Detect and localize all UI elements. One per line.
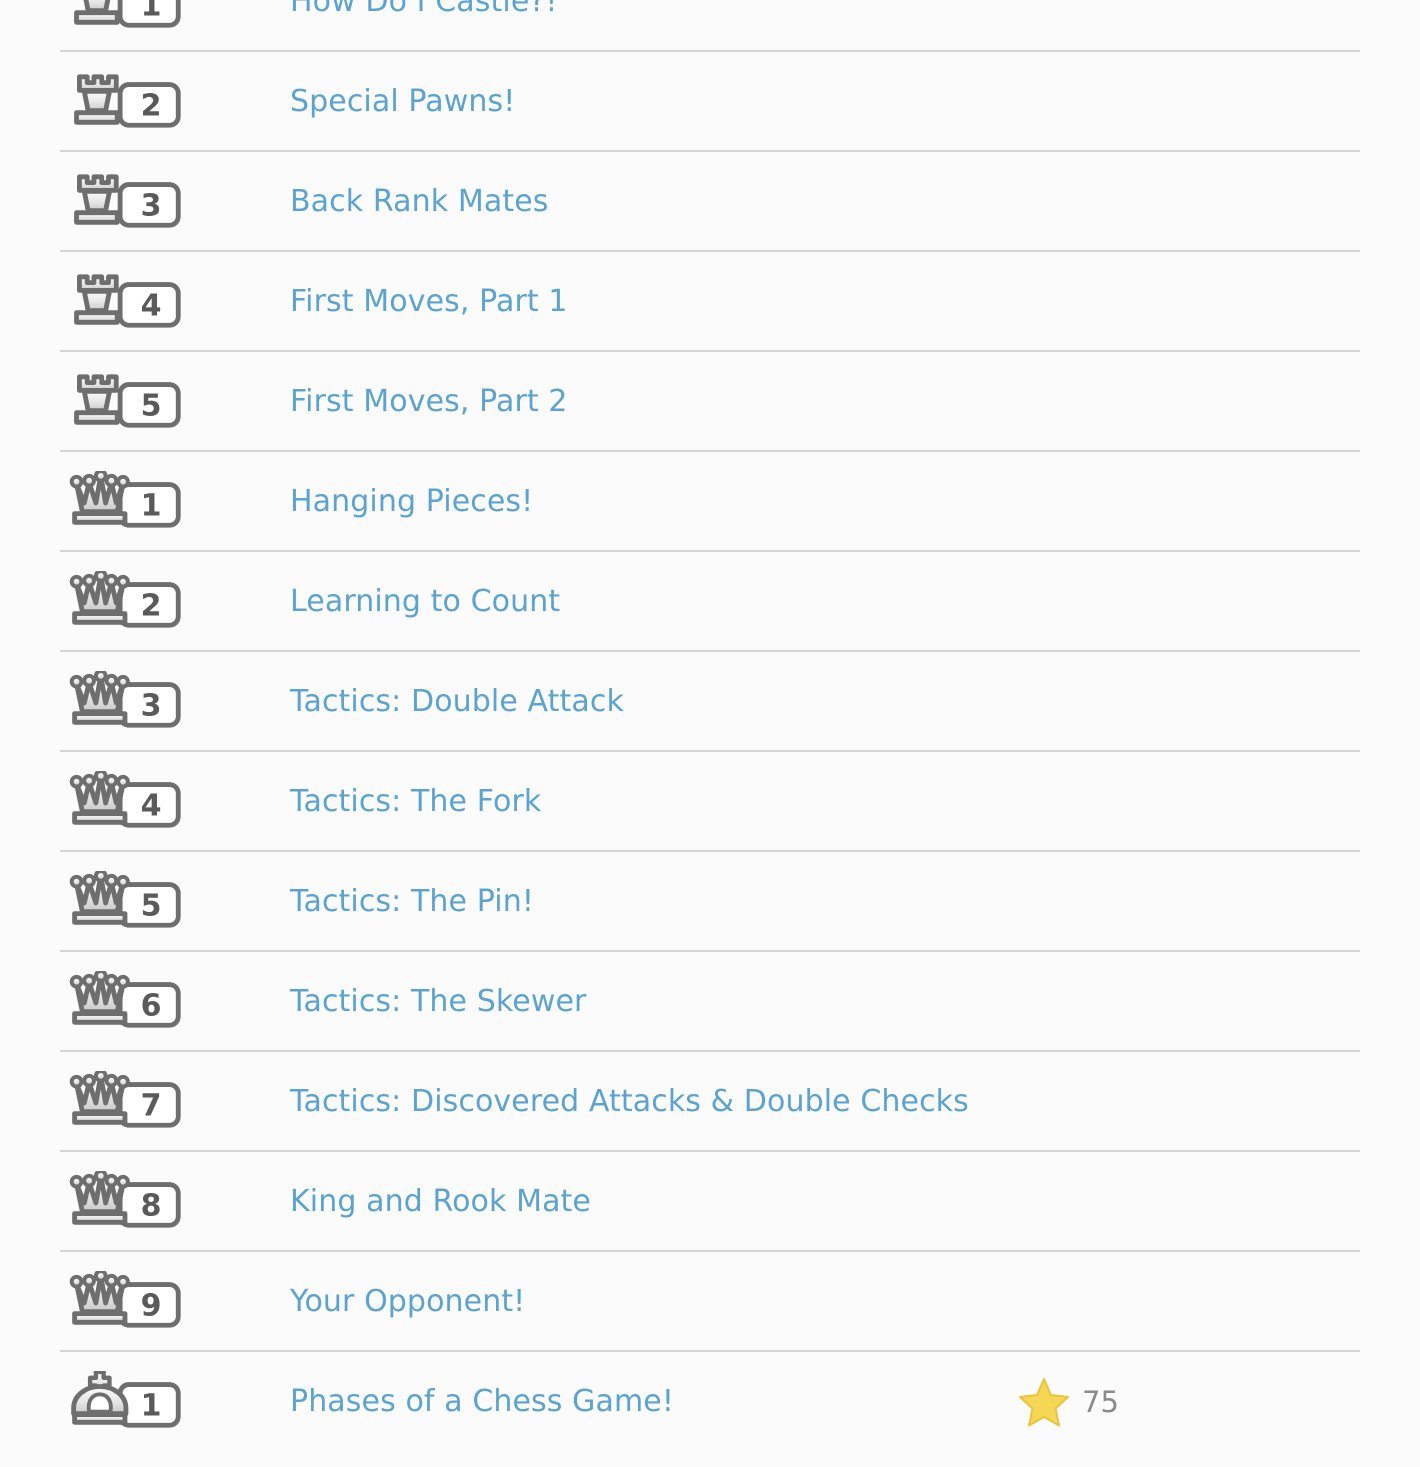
lesson-row[interactable]: 5 First Moves, Part 2: [0, 352, 1420, 452]
lesson-icon-cell: 5: [0, 371, 290, 433]
lesson-icon-cell: 9: [0, 1271, 290, 1333]
lesson-icon-cell: 2: [0, 71, 290, 133]
lesson-icon-cell: 6: [0, 971, 290, 1033]
lesson-title-link[interactable]: Special Pawns!: [290, 87, 515, 117]
queen-piece-icon: 3: [65, 671, 183, 733]
queen-piece-icon: 4: [65, 771, 183, 833]
lesson-icon-cell: 3: [0, 671, 290, 733]
rook-piece-icon: 4: [65, 271, 183, 333]
queen-piece-icon: 5: [65, 871, 183, 933]
lesson-title-link[interactable]: Tactics: The Pin!: [290, 887, 534, 917]
lesson-icon-cell: 7: [0, 1071, 290, 1133]
lesson-title-link[interactable]: How Do I Castle?!: [290, 0, 558, 17]
lesson-icon-cell: 4: [0, 771, 290, 833]
lesson-title-link[interactable]: First Moves, Part 2: [290, 387, 568, 417]
svg-text:4: 4: [141, 289, 162, 324]
lesson-icon-cell: 2: [0, 571, 290, 633]
lesson-title-link[interactable]: Tactics: Double Attack: [290, 687, 624, 717]
lesson-row[interactable]: 1 Hanging Pieces!: [0, 452, 1420, 552]
lesson-title-link[interactable]: Your Opponent!: [290, 1287, 525, 1317]
lesson-row[interactable]: 2 Special Pawns!: [0, 52, 1420, 152]
lesson-title-link[interactable]: First Moves, Part 1: [290, 287, 568, 317]
lesson-row[interactable]: 8 King and Rook Mate: [0, 1152, 1420, 1252]
queen-piece-icon: 1: [65, 471, 183, 533]
lesson-row[interactable]: 1 How Do I Castle?!: [0, 0, 1420, 52]
svg-text:5: 5: [141, 389, 162, 424]
lesson-title-link[interactable]: Tactics: The Skewer: [290, 987, 586, 1017]
lesson-icon-cell: 1: [0, 1371, 290, 1433]
lesson-row[interactable]: 9 Your Opponent!: [0, 1252, 1420, 1352]
points-value: 75: [1082, 1384, 1119, 1419]
svg-text:7: 7: [141, 1089, 162, 1124]
svg-text:3: 3: [141, 189, 162, 224]
lesson-title-link[interactable]: Tactics: Discovered Attacks & Double Che…: [290, 1087, 969, 1117]
lesson-title-link[interactable]: Hanging Pieces!: [290, 487, 533, 517]
queen-piece-icon: 6: [65, 971, 183, 1033]
svg-text:9: 9: [141, 1289, 162, 1324]
lesson-icon-cell: 5: [0, 871, 290, 933]
lesson-row[interactable]: 4 First Moves, Part 1: [0, 252, 1420, 352]
lesson-title-link[interactable]: King and Rook Mate: [290, 1187, 591, 1217]
svg-text:1: 1: [141, 1389, 162, 1424]
queen-piece-icon: 2: [65, 571, 183, 633]
svg-text:6: 6: [141, 989, 162, 1024]
lesson-title-link[interactable]: Learning to Count: [290, 587, 560, 617]
lesson-list: 1 How Do I Castle?! 2 Special Pawns! 3 Back R…: [0, 0, 1420, 1452]
lesson-row[interactable]: 7 Tactics: Discovered Attacks & Double Ch…: [0, 1052, 1420, 1152]
lesson-icon-cell: 3: [0, 171, 290, 233]
svg-text:1: 1: [141, 0, 162, 24]
rook-piece-icon: 2: [65, 71, 183, 133]
svg-text:3: 3: [141, 689, 162, 724]
queen-piece-icon: 8: [65, 1171, 183, 1233]
lesson-row[interactable]: 1 Phases of a Chess Game! 75: [0, 1352, 1420, 1452]
lesson-row[interactable]: 3 Back Rank Mates: [0, 152, 1420, 252]
king-piece-icon: 1: [65, 1371, 183, 1433]
lesson-title-link[interactable]: Phases of a Chess Game!: [290, 1387, 674, 1417]
lesson-row[interactable]: 3 Tactics: Double Attack: [0, 652, 1420, 752]
lesson-row[interactable]: 5 Tactics: The Pin!: [0, 852, 1420, 952]
rook-piece-icon: 5: [65, 371, 183, 433]
svg-text:4: 4: [141, 789, 162, 824]
lesson-points: 75: [1000, 1377, 1420, 1427]
svg-text:2: 2: [141, 89, 162, 124]
rook-piece-icon: 1: [65, 0, 183, 33]
lesson-row[interactable]: 4 Tactics: The Fork: [0, 752, 1420, 852]
svg-text:2: 2: [141, 589, 162, 624]
star-icon: [1018, 1377, 1070, 1427]
lesson-icon-cell: 1: [0, 471, 290, 533]
queen-piece-icon: 7: [65, 1071, 183, 1133]
queen-piece-icon: 9: [65, 1271, 183, 1333]
lesson-icon-cell: 1: [0, 0, 290, 33]
lesson-icon-cell: 8: [0, 1171, 290, 1233]
lesson-icon-cell: 4: [0, 271, 290, 333]
svg-text:5: 5: [141, 889, 162, 924]
lesson-title-link[interactable]: Tactics: The Fork: [290, 787, 541, 817]
svg-text:1: 1: [141, 489, 162, 524]
lesson-title-link[interactable]: Back Rank Mates: [290, 187, 548, 217]
svg-text:8: 8: [141, 1189, 162, 1224]
rook-piece-icon: 3: [65, 171, 183, 233]
lesson-row[interactable]: 2 Learning to Count: [0, 552, 1420, 652]
lesson-row[interactable]: 6 Tactics: The Skewer: [0, 952, 1420, 1052]
